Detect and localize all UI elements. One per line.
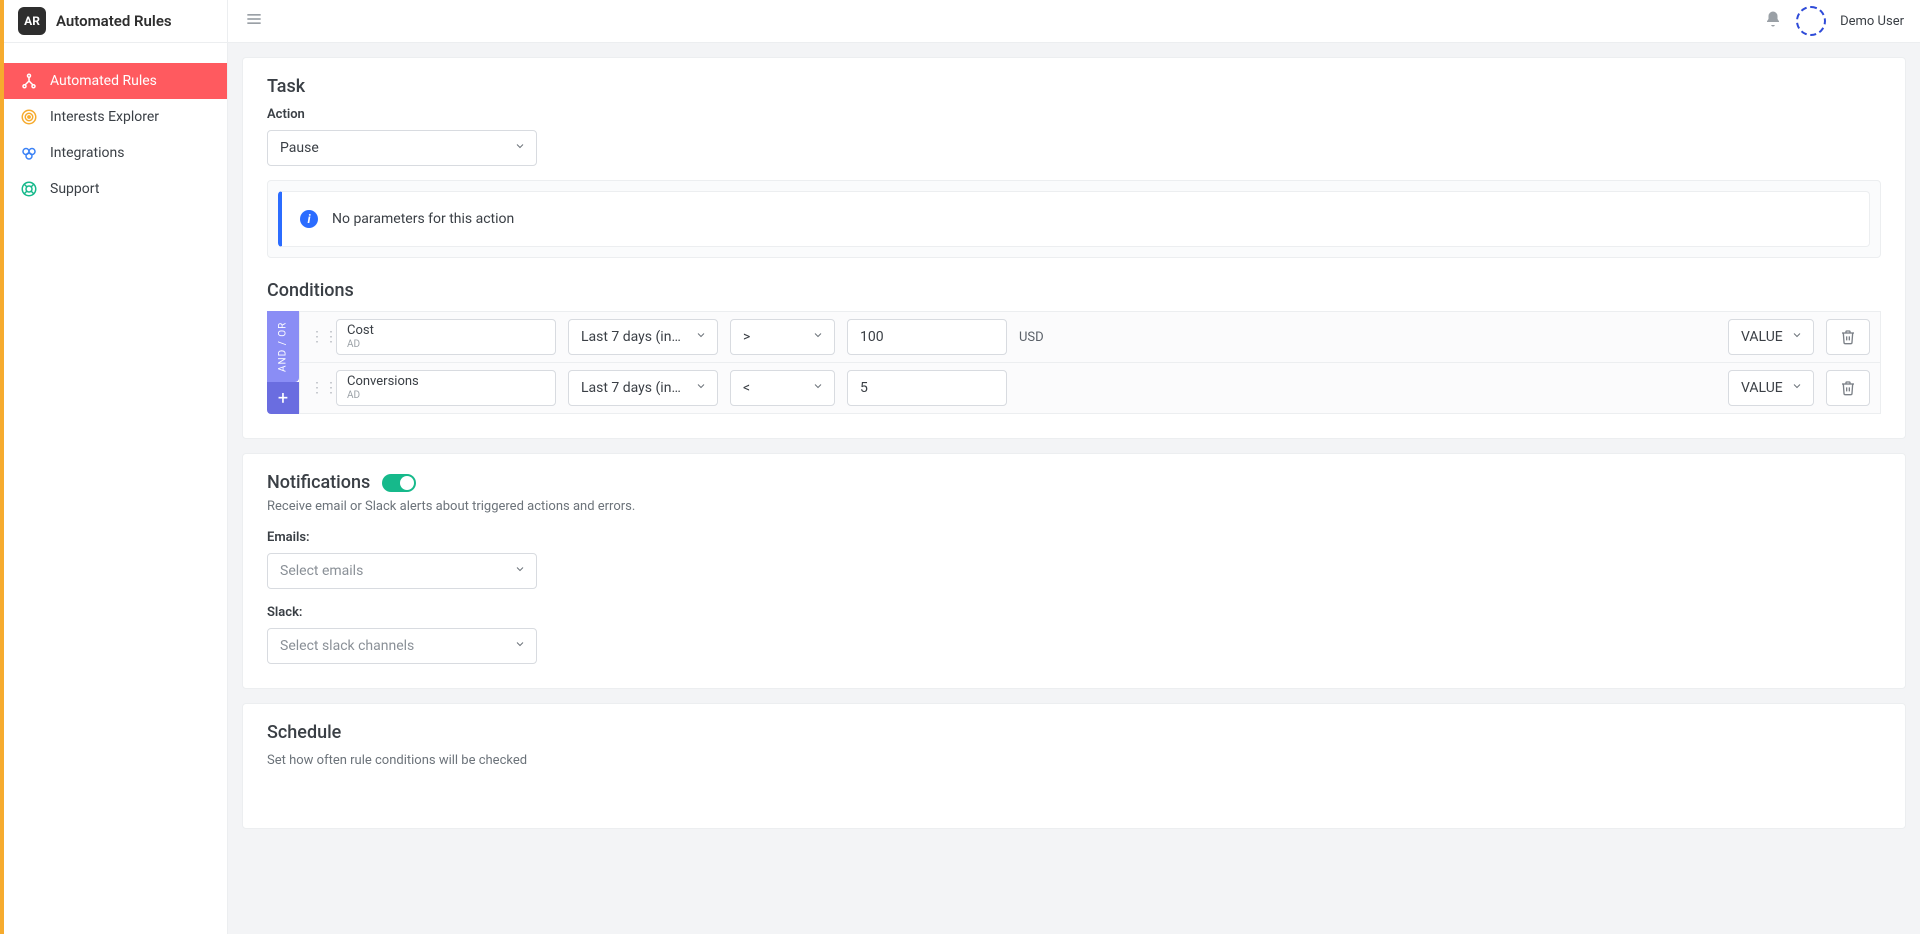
main: Demo User Task Action Pause i No paramet…	[228, 0, 1920, 934]
drag-handle-icon[interactable]: ⋮⋮	[310, 330, 324, 344]
metric-select[interactable]: Cost AD	[336, 319, 556, 355]
unit-label: USD	[1019, 330, 1065, 345]
nav: Automated Rules Interests Explorer Integ…	[4, 43, 227, 207]
task-title: Task	[267, 76, 1881, 97]
schedule-card: Schedule Set how often rule conditions w…	[242, 703, 1906, 829]
info-banner: i No parameters for this action	[278, 191, 1870, 247]
delete-condition-button[interactable]	[1826, 370, 1870, 406]
nav-label: Interests Explorer	[50, 109, 159, 125]
chevron-down-icon	[1791, 329, 1803, 345]
nav-integrations[interactable]: Integrations	[4, 135, 227, 171]
chevron-down-icon	[812, 329, 824, 345]
action-value: Pause	[280, 140, 319, 156]
nav-interests-explorer[interactable]: Interests Explorer	[4, 99, 227, 135]
metric-name: Conversions	[347, 375, 545, 389]
operator-select[interactable]: <	[730, 370, 835, 406]
chevron-down-icon	[514, 638, 526, 654]
schedule-description: Set how often rule conditions will be ch…	[267, 753, 1881, 768]
action-label: Action	[267, 107, 1881, 122]
operator-value: >	[743, 329, 750, 345]
value-type-select[interactable]: VALUE	[1728, 370, 1814, 406]
nav-label: Automated Rules	[50, 73, 157, 89]
drag-handle-icon[interactable]: ⋮⋮	[310, 381, 324, 395]
operator-value: <	[743, 380, 750, 396]
trash-icon	[1840, 329, 1856, 345]
slack-select[interactable]: Select slack channels	[267, 628, 537, 664]
bell-icon[interactable]	[1764, 10, 1782, 32]
chevron-down-icon	[1791, 380, 1803, 396]
nav-support[interactable]: Support	[4, 171, 227, 207]
action-select[interactable]: Pause	[267, 130, 537, 166]
conditions-left: AND / OR +	[267, 311, 299, 414]
chevron-down-icon	[514, 563, 526, 579]
notifications-title: Notifications	[267, 472, 370, 493]
info-icon: i	[300, 210, 318, 228]
operator-select[interactable]: >	[730, 319, 835, 355]
value-type: VALUE	[1741, 329, 1783, 345]
value-input[interactable]	[847, 370, 1007, 406]
nav-automated-rules[interactable]: Automated Rules	[4, 63, 227, 99]
timeframe-value: Last 7 days (includin...	[581, 329, 687, 345]
value-type: VALUE	[1741, 380, 1783, 396]
condition-row: ⋮⋮ Conversions AD Last 7 days (includin.…	[299, 363, 1881, 414]
info-banner-wrap: i No parameters for this action	[267, 180, 1881, 258]
chevron-down-icon	[695, 380, 707, 396]
metric-name: Cost	[347, 324, 545, 338]
emails-label: Emails:	[267, 530, 1881, 545]
condition-row: ⋮⋮ Cost AD Last 7 days (includin... >	[299, 311, 1881, 363]
delete-condition-button[interactable]	[1826, 319, 1870, 355]
brand-badge: AR	[18, 7, 46, 35]
metric-level: AD	[347, 390, 545, 401]
conditions-title: Conditions	[267, 280, 1881, 301]
emails-placeholder: Select emails	[280, 563, 363, 579]
timeframe-select[interactable]: Last 7 days (includin...	[568, 319, 718, 355]
value-type-select[interactable]: VALUE	[1728, 319, 1814, 355]
chevron-down-icon	[695, 329, 707, 345]
brand-name: Automated Rules	[56, 12, 172, 30]
conditions-rows: ⋮⋮ Cost AD Last 7 days (includin... >	[299, 311, 1881, 414]
nav-label: Support	[50, 181, 99, 197]
trash-icon	[1840, 380, 1856, 396]
integrations-icon	[20, 144, 38, 162]
avatar[interactable]	[1796, 6, 1826, 36]
timeframe-value: Last 7 days (includin...	[581, 380, 687, 396]
notifications-toggle[interactable]	[382, 474, 416, 492]
chevron-down-icon	[812, 380, 824, 396]
nav-label: Integrations	[50, 145, 124, 161]
topbar: Demo User	[228, 0, 1920, 43]
emails-select[interactable]: Select emails	[267, 553, 537, 589]
conditions: AND / OR + ⋮⋮ Cost AD Last 7 day	[267, 311, 1881, 414]
metric-select[interactable]: Conversions AD	[336, 370, 556, 406]
andor-toggle[interactable]: AND / OR	[267, 311, 299, 382]
task-card: Task Action Pause i No parameters for th…	[242, 57, 1906, 439]
brand: AR Automated Rules	[4, 0, 227, 43]
content[interactable]: Task Action Pause i No parameters for th…	[228, 43, 1920, 934]
hamburger-icon[interactable]	[244, 9, 264, 33]
support-icon	[20, 180, 38, 198]
chevron-down-icon	[514, 140, 526, 156]
slack-placeholder: Select slack channels	[280, 638, 414, 654]
rules-icon	[20, 72, 38, 90]
metric-level: AD	[347, 339, 545, 350]
add-condition-button[interactable]: +	[267, 382, 299, 414]
sidebar: AR Automated Rules Automated Rules Inter…	[4, 0, 228, 934]
notifications-card: Notifications Receive email or Slack ale…	[242, 453, 1906, 689]
value-input[interactable]	[847, 319, 1007, 355]
slack-label: Slack:	[267, 605, 1881, 620]
info-text: No parameters for this action	[332, 211, 514, 227]
timeframe-select[interactable]: Last 7 days (includin...	[568, 370, 718, 406]
username: Demo User	[1840, 14, 1904, 29]
notifications-description: Receive email or Slack alerts about trig…	[267, 499, 1881, 514]
schedule-title: Schedule	[267, 722, 1881, 743]
target-icon	[20, 108, 38, 126]
